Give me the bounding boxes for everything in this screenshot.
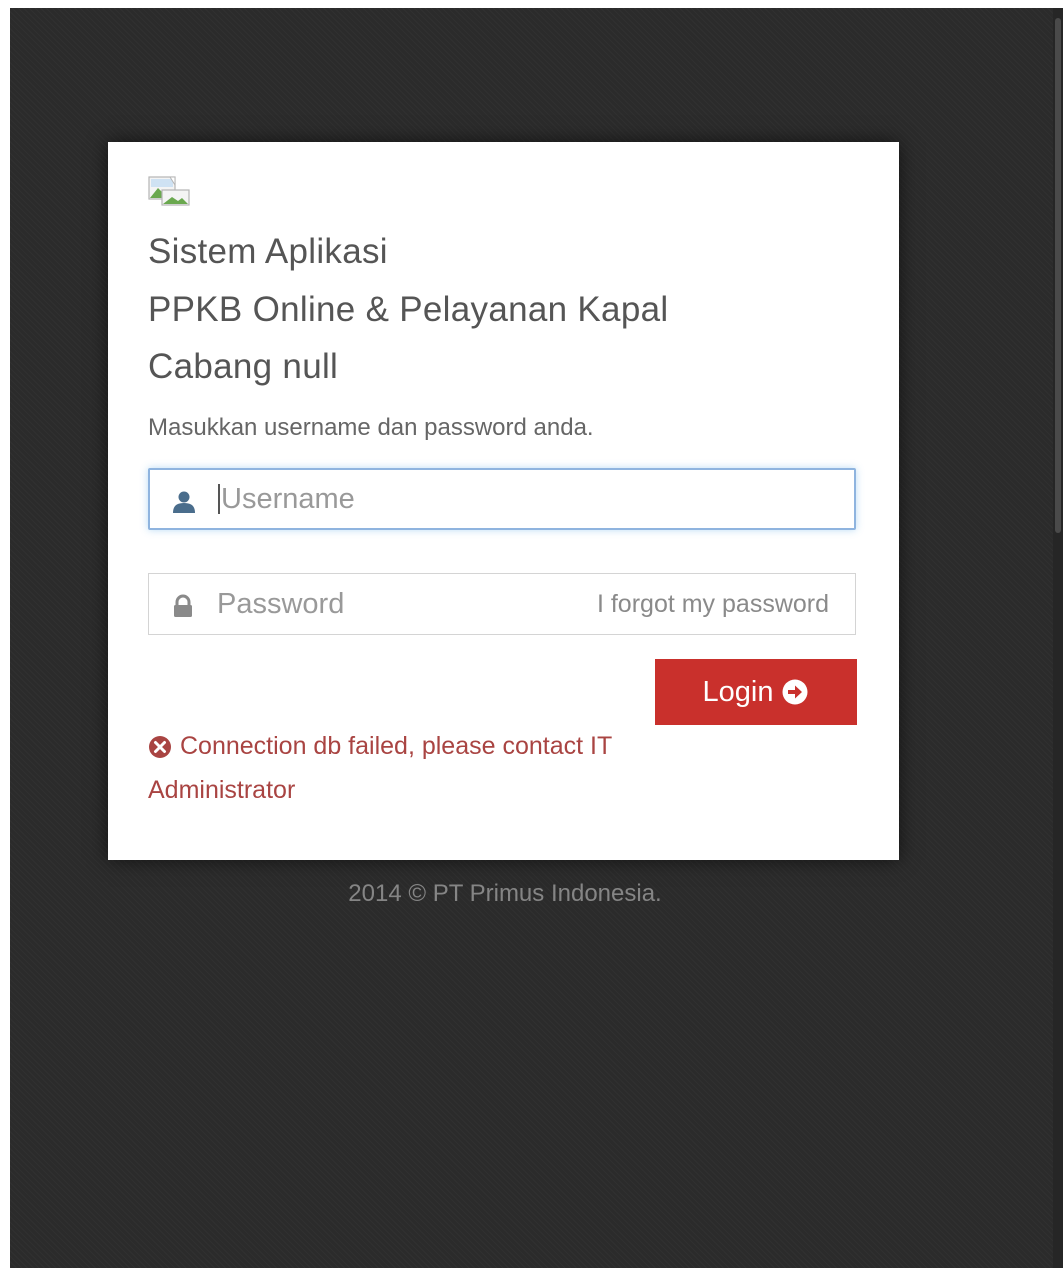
vertical-scrollbar[interactable]	[1053, 8, 1063, 1268]
password-input[interactable]: Password	[217, 574, 344, 634]
lock-icon	[174, 594, 192, 617]
password-placeholder: Password	[217, 587, 345, 620]
login-box: Sistem Aplikasi PPKB Online & Pelayanan …	[108, 142, 899, 860]
login-page-background: Sistem Aplikasi PPKB Online & Pelayanan …	[10, 8, 1063, 1268]
scrollbar-thumb[interactable]	[1055, 18, 1061, 533]
error-message-line-2: Administrator	[148, 776, 296, 804]
error-message-text: Connection db failed, please contact IT	[180, 732, 613, 760]
times-circle-icon	[149, 735, 171, 758]
login-button[interactable]: Login	[655, 659, 857, 725]
arrow-circle-right-icon	[782, 679, 808, 705]
page-title-line-1: Sistem Aplikasi	[148, 232, 388, 271]
error-message-line-1: Connection db failed, please contact IT	[148, 732, 612, 761]
password-field[interactable]: Password I forgot my password	[148, 573, 856, 635]
username-placeholder: Username	[221, 482, 355, 515]
login-instruction: Masukkan username dan password anda.	[148, 414, 594, 441]
text-caret	[218, 484, 220, 514]
footer-copyright: 2014 © PT Primus Indonesia.	[348, 880, 662, 907]
broken-image-icon	[148, 176, 190, 206]
username-field[interactable]: Username	[148, 468, 856, 530]
forgot-password-link[interactable]: I forgot my password	[597, 574, 829, 634]
user-icon	[173, 491, 195, 513]
page-title-line-3: Cabang null	[148, 347, 339, 386]
username-input[interactable]: Username	[218, 470, 355, 528]
login-button-label: Login	[702, 675, 774, 708]
page-title-line-2: PPKB Online & Pelayanan Kapal	[148, 290, 669, 329]
